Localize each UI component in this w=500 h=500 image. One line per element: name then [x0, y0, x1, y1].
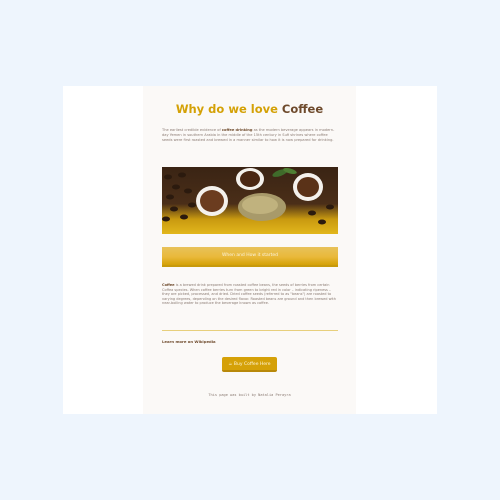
footer-credit: This page was built by Natalia Perayra: [208, 393, 291, 397]
article-paragraph: Coffee is a brewed drink prepared from r…: [162, 283, 338, 306]
article-lead: Coffee: [162, 283, 175, 287]
intro-text-before: The earliest credible evidence of: [162, 128, 221, 132]
intro-paragraph: The earliest credible evidence of coffee…: [162, 128, 338, 143]
wikipedia-link[interactable]: Learn more on Wikipedia: [162, 339, 216, 344]
buy-coffee-label: Buy Coffee Here: [233, 362, 271, 367]
content-card: Why do we love Coffee The earliest credi…: [143, 86, 356, 414]
coffee-bowls-illustration: [162, 167, 334, 225]
divider: [162, 330, 338, 331]
buy-coffee-button[interactable]: ☕ Buy Coffee Here: [222, 357, 277, 372]
intro-highlight: coffee drinking: [221, 128, 253, 132]
coffee-cup-icon: ☕: [228, 362, 233, 367]
section-banner: When and How it started: [162, 247, 338, 267]
coffee-hero-image: [162, 167, 338, 234]
article-text: is a brewed drink prepared from roasted …: [162, 283, 337, 306]
title-part-1: Why do we love: [175, 102, 278, 116]
title-part-2: Coffee: [281, 102, 324, 116]
page-title: Why do we love Coffee: [143, 102, 356, 116]
